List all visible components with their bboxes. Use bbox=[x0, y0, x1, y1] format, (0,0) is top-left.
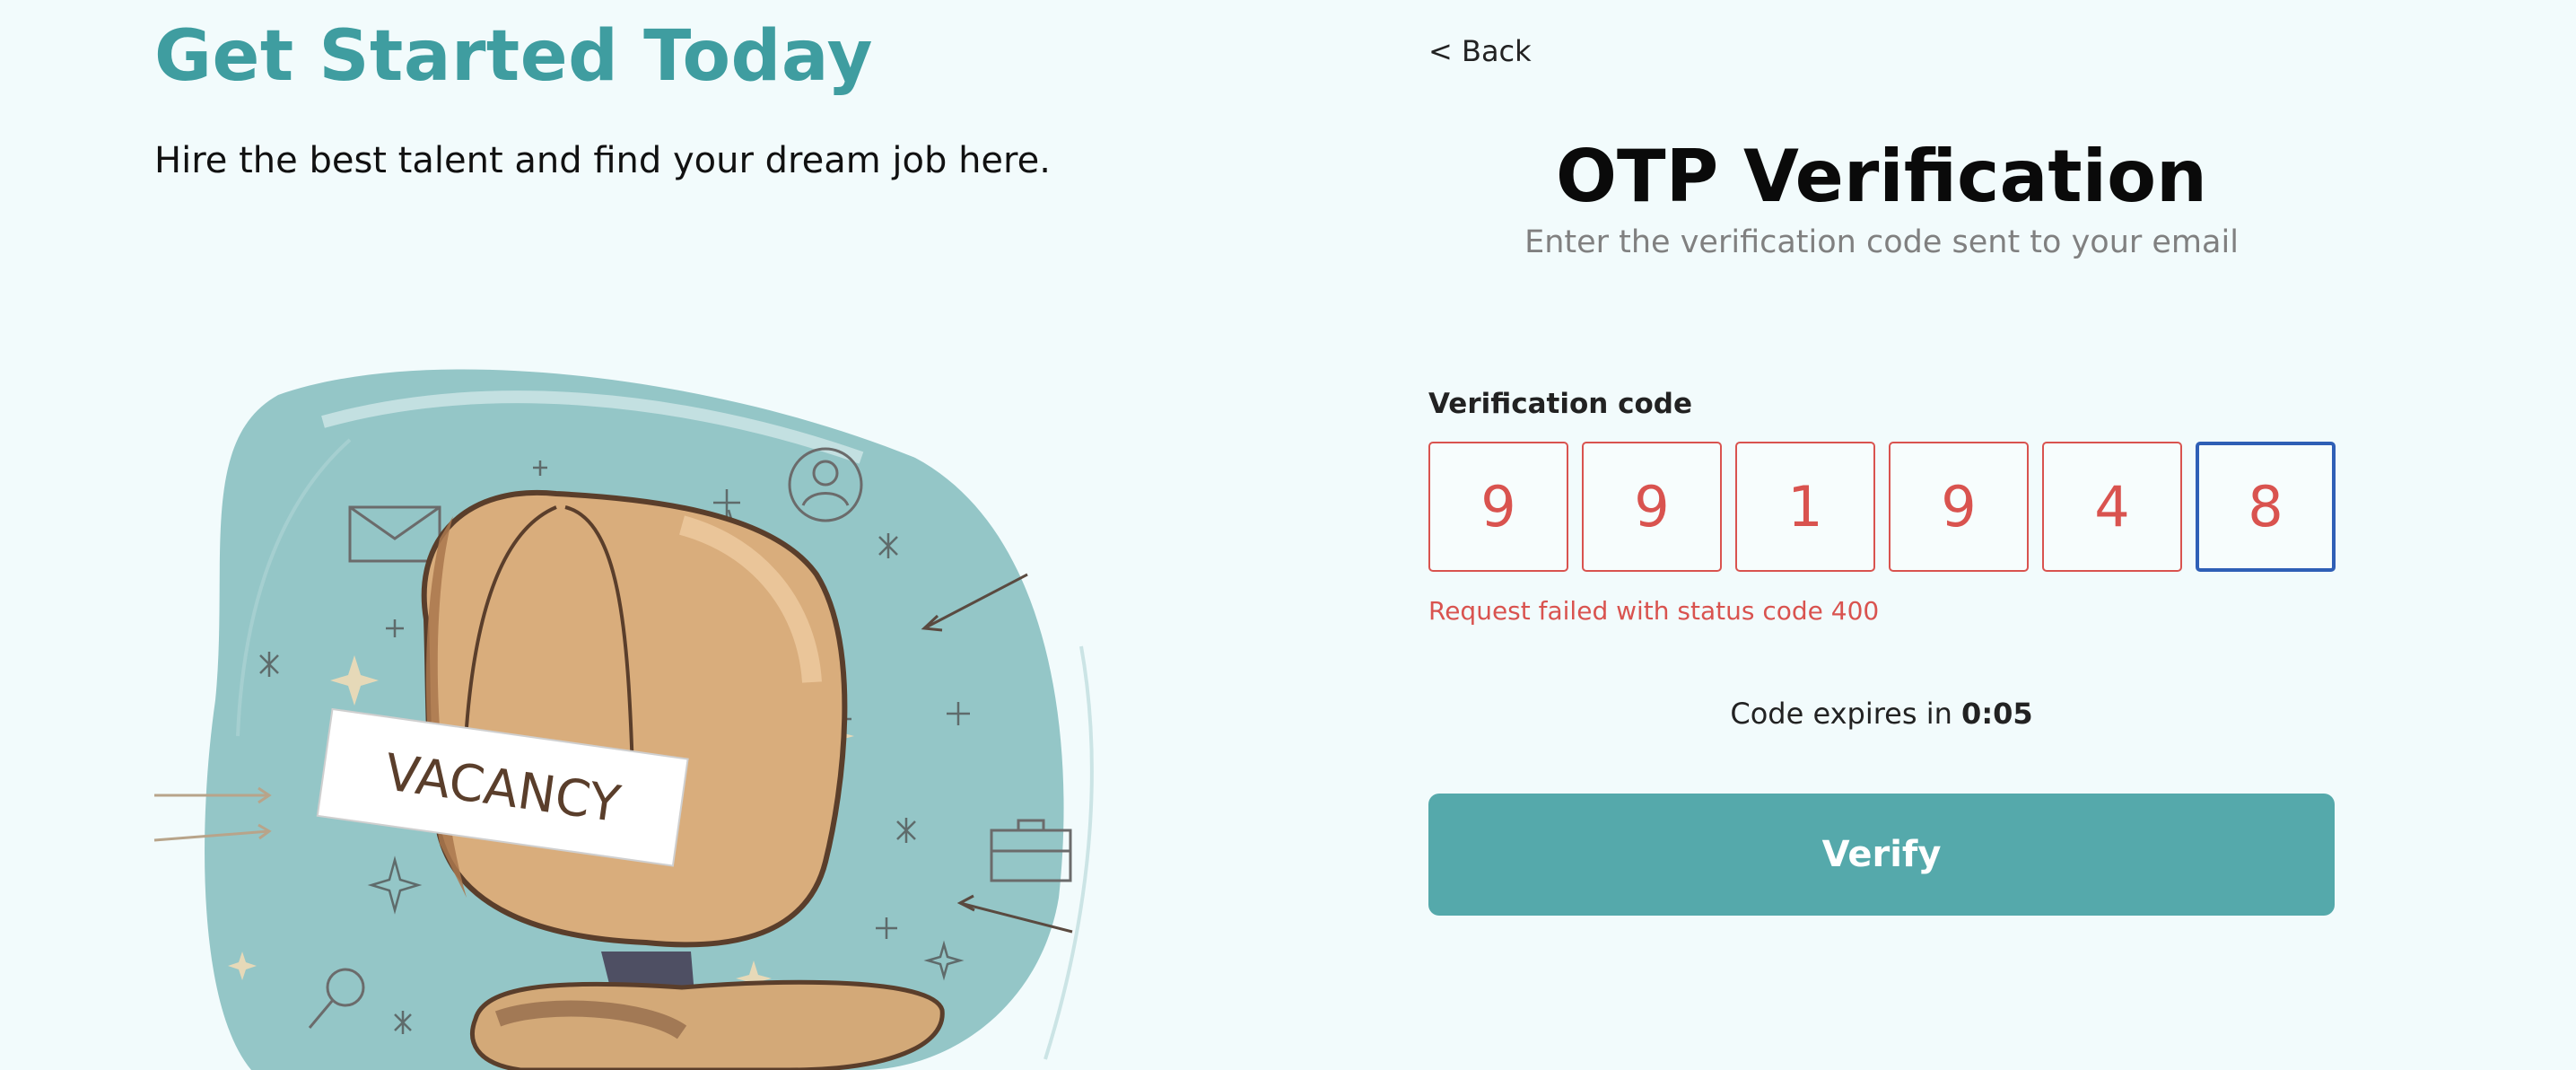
page-title: OTP Verification bbox=[1555, 135, 2207, 218]
back-link[interactable]: < Back bbox=[1428, 34, 1532, 68]
otp-input-group: 9 9 1 9 4 8 bbox=[1428, 442, 2336, 572]
chair-back bbox=[421, 489, 848, 948]
error-message: Request failed with status code 400 bbox=[1428, 596, 1880, 626]
otp-digit-input-4[interactable]: 9 bbox=[1889, 442, 2029, 572]
verify-button[interactable]: Verify bbox=[1428, 794, 2335, 916]
expiry-countdown: 0:05 bbox=[1961, 697, 2033, 731]
otp-digit-input-3[interactable]: 1 bbox=[1735, 442, 1875, 572]
signup-page: Get Started Today Hire the best talent a… bbox=[0, 0, 2576, 1070]
hero-title: Get Started Today bbox=[154, 16, 873, 97]
otp-digit-input-1[interactable]: 9 bbox=[1428, 442, 1568, 572]
verification-code-label: Verification code bbox=[1428, 388, 1693, 420]
otp-digit-input-5[interactable]: 4 bbox=[2042, 442, 2182, 572]
otp-digit-input-2[interactable]: 9 bbox=[1582, 442, 1722, 572]
code-expiry: Code expires in 0:05 bbox=[1428, 697, 2335, 731]
expiry-prefix: Code expires in bbox=[1730, 697, 1952, 731]
otp-digit-input-6[interactable]: 8 bbox=[2196, 442, 2336, 572]
hero-subtitle: Hire the best talent and find your dream… bbox=[154, 140, 1051, 181]
page-subtitle: Enter the verification code sent to your… bbox=[1524, 224, 2239, 260]
chair-seat bbox=[470, 979, 945, 1070]
vacancy-chair-illustration: VACANCY bbox=[144, 359, 1095, 1070]
